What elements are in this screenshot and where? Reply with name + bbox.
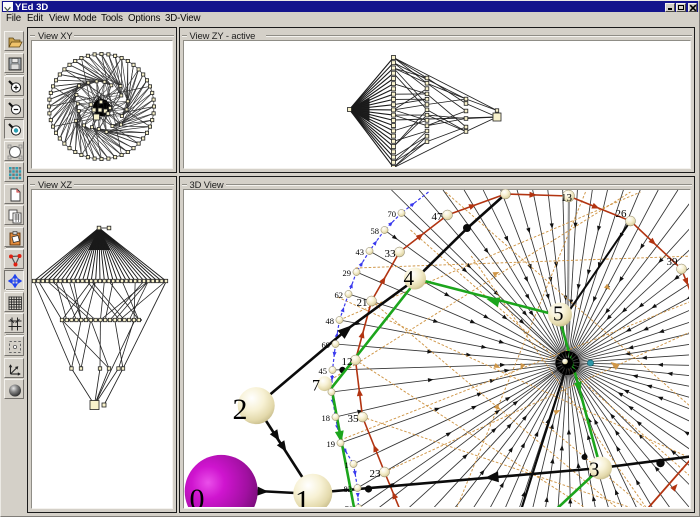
svg-text:5: 5 [553,302,564,326]
svg-text:1: 1 [344,460,348,470]
svg-text:4: 4 [403,266,414,290]
svg-text:21: 21 [356,297,367,309]
svg-text:1: 1 [295,485,310,508]
svg-text:0: 0 [189,483,204,507]
svg-text:3: 3 [589,458,600,482]
svg-text:47: 47 [431,211,443,223]
svg-text:23: 23 [369,468,381,480]
svg-text:58: 58 [370,226,379,236]
svg-text:70: 70 [387,209,396,219]
svg-text:18: 18 [321,413,330,423]
svg-text:35: 35 [347,413,359,425]
svg-text:82: 82 [343,484,352,494]
svg-text:43: 43 [355,247,364,257]
svg-text:19: 19 [326,439,335,449]
svg-text:78: 78 [344,504,353,507]
svg-text:39: 39 [666,256,678,268]
svg-text:69: 69 [321,340,330,350]
svg-text:29: 29 [342,268,351,278]
svg-text:33: 33 [384,248,396,260]
svg-text:48: 48 [325,316,334,326]
svg-text:13: 13 [561,192,573,204]
svg-text:2: 2 [232,393,247,426]
svg-text:45: 45 [318,366,327,376]
svg-text:26: 26 [615,208,627,220]
svg-text:12: 12 [341,356,352,368]
svg-text:62: 62 [334,290,343,300]
svg-text:7: 7 [312,378,320,395]
